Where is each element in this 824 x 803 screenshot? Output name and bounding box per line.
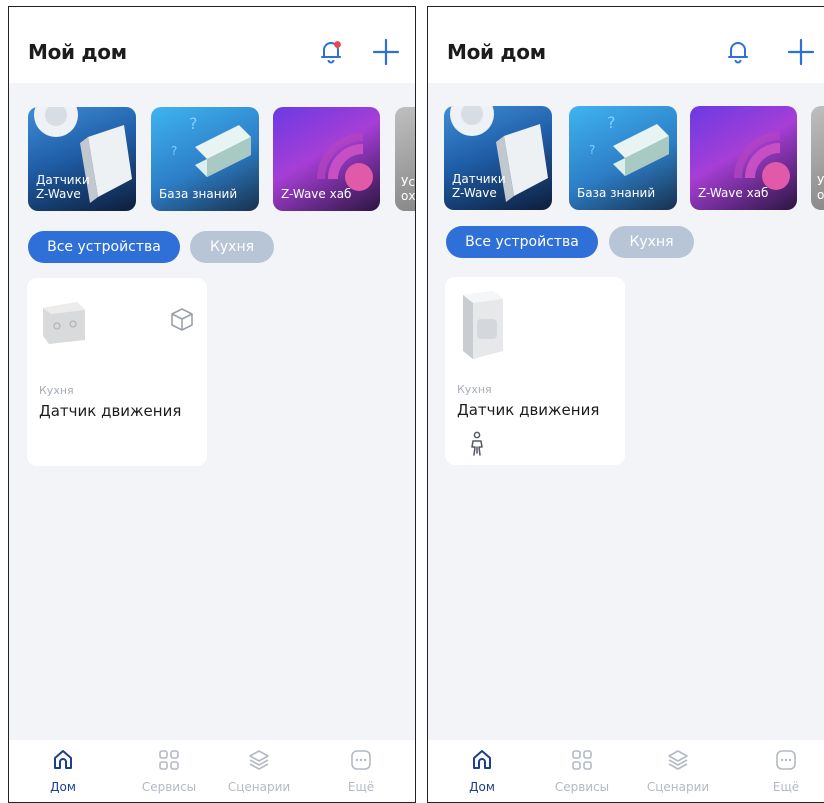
svg-text:?: ? <box>189 114 198 133</box>
story-caption-line: Z-Wave <box>452 186 497 200</box>
story-caption: Датчики Z-Wave <box>452 172 506 200</box>
story-caption: У о <box>817 174 824 202</box>
layers-icon <box>668 750 688 770</box>
app-header: Мой дом <box>428 7 824 83</box>
tab-label: Ещё <box>772 780 800 794</box>
home-icon <box>473 750 491 769</box>
device-room: Кухня <box>39 384 74 397</box>
chip-kitchen[interactable]: Кухня <box>609 226 694 258</box>
chip-all-devices[interactable]: Все устройства <box>446 226 598 258</box>
home-icon <box>54 750 72 769</box>
plus-icon[interactable] <box>371 37 401 67</box>
story-caption-line: Датчики <box>36 173 90 187</box>
device-placeholder-image <box>43 302 85 344</box>
story-caption: Z-Wave хаб <box>698 186 768 200</box>
tab-label: Сценарии <box>227 780 291 794</box>
tab-services[interactable]: Сервисы <box>129 740 209 802</box>
page-title: Мой дом <box>447 40 546 64</box>
story-zwave-sensors[interactable]: Датчики Z-Wave <box>444 106 552 210</box>
story-caption-line: ох <box>401 189 416 203</box>
tab-more[interactable]: Ещё <box>321 740 401 802</box>
tab-label: Ещё <box>347 780 375 794</box>
stories-carousel[interactable]: Датчики Z-Wave ? ? База знаний Z-Wave ха… <box>28 107 415 211</box>
chip-all-devices[interactable]: Все устройства <box>28 231 180 263</box>
story-knowledge-base[interactable]: ? ? База знаний <box>569 106 677 210</box>
story-caption: База знаний <box>159 187 237 201</box>
grid-icon <box>159 750 179 770</box>
story-caption-line: У <box>817 174 824 188</box>
story-caption: Z-Wave хаб <box>281 187 351 201</box>
page-title: Мой дом <box>28 40 127 64</box>
tab-scenarios[interactable]: Сценарии <box>219 740 299 802</box>
story-zwave-sensors[interactable]: Датчики Z-Wave <box>28 107 136 211</box>
tab-home[interactable]: Дом <box>442 740 522 802</box>
tab-services[interactable]: Сервисы <box>542 740 622 802</box>
motion-sensor-image <box>463 291 503 359</box>
more-icon <box>776 750 796 770</box>
story-zwave-hub[interactable]: Z-Wave хаб <box>690 106 797 210</box>
svg-text:?: ? <box>589 143 595 157</box>
chip-kitchen[interactable]: Кухня <box>190 231 274 263</box>
story-knowledge-base[interactable]: ? ? База знаний <box>151 107 259 211</box>
device-name: Датчик движения <box>39 402 182 420</box>
device-card[interactable]: Кухня Датчик движения <box>27 278 207 466</box>
grid-icon <box>572 750 592 770</box>
story-caption-line: База знаний <box>159 187 238 201</box>
device-card[interactable]: Кухня Датчик движения <box>445 277 625 465</box>
svg-text:?: ? <box>171 144 177 158</box>
layers-icon <box>249 750 269 770</box>
tab-label: Сервисы <box>554 780 610 794</box>
phone-screen-left: Мой дом Датчики Z-Wave ? ? База знаний Z… <box>8 6 416 803</box>
story-caption: Датчики Z-Wave <box>36 173 90 201</box>
tab-label: Дом <box>50 780 76 794</box>
story-caption: Ус ох <box>401 175 415 203</box>
screenshot-stage: Мой дом Датчики Z-Wave ? ? База знаний Z… <box>0 0 824 803</box>
bell-icon[interactable] <box>724 37 752 65</box>
stories-carousel[interactable]: Датчики Z-Wave ? ? База знаний Z-Wave ха… <box>444 106 824 210</box>
tab-more[interactable]: Ещё <box>746 740 824 802</box>
story-caption-line: Z-Wave хаб <box>281 187 352 201</box>
phone-screen-right: Мой дом Датчики Z-Wave ? ? База знаний Z… <box>427 6 824 803</box>
tab-label: Сервисы <box>141 780 197 794</box>
story-caption-line: Датчики <box>452 172 506 186</box>
more-icon <box>351 750 371 770</box>
cube-icon <box>171 308 193 331</box>
bell-icon[interactable] <box>317 37 345 65</box>
story-caption: База знаний <box>577 186 655 200</box>
svg-text:?: ? <box>607 113 616 132</box>
bottom-tab-bar: Дом Сервисы Сценарии Ещё <box>428 740 824 802</box>
story-caption-line: Z-Wave хаб <box>698 186 769 200</box>
story-caption-line: Ус <box>401 175 415 189</box>
story-caption-line: База знаний <box>577 186 656 200</box>
plus-icon[interactable] <box>786 37 816 67</box>
tab-label: Дом <box>469 780 495 794</box>
story-zwave-hub[interactable]: Z-Wave хаб <box>273 107 380 211</box>
bottom-tab-bar: Дом Сервисы Сценарии Ещё <box>9 740 415 802</box>
device-room: Кухня <box>457 383 492 396</box>
app-header: Мой дом <box>9 7 415 83</box>
tab-home[interactable]: Дом <box>23 740 103 802</box>
story-partial[interactable]: Ус ох <box>395 107 415 211</box>
story-partial[interactable]: У о <box>811 106 824 210</box>
story-caption-line: о <box>817 188 824 202</box>
person-walk-icon <box>471 431 483 456</box>
tab-scenarios[interactable]: Сценарии <box>638 740 718 802</box>
device-name: Датчик движения <box>457 401 600 419</box>
tab-label: Сценарии <box>646 780 710 794</box>
story-caption-line: Z-Wave <box>36 187 81 201</box>
